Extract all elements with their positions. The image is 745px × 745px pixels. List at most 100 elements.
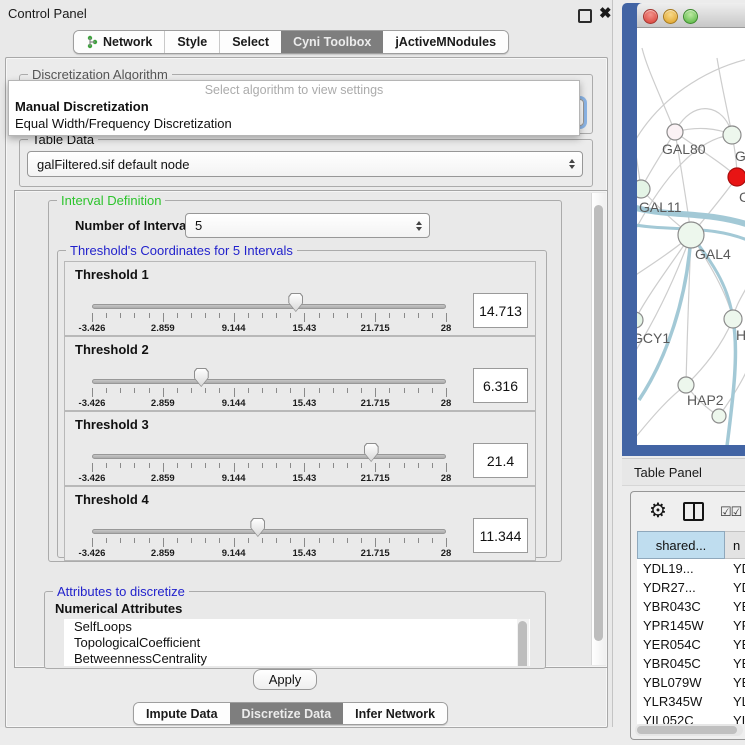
network-canvas[interactable]: GAL80GACGAL11GAL4GCY1HHAP2 xyxy=(637,28,745,445)
slider-track[interactable] xyxy=(92,304,446,309)
algorithm-option-manual[interactable]: Manual Discretization xyxy=(15,99,149,114)
cell-shared-name: YER054C xyxy=(637,637,725,652)
columns-icon[interactable] xyxy=(683,502,704,521)
network-node-gal11[interactable] xyxy=(637,180,650,198)
tab-style[interactable]: Style xyxy=(164,31,219,53)
tab-select[interactable]: Select xyxy=(219,31,281,53)
network-edge-highlighted[interactable] xyxy=(639,235,691,400)
cell-name: YBR0 xyxy=(725,599,745,614)
scrollbar-thumb[interactable] xyxy=(518,621,527,666)
column-header-n[interactable]: n xyxy=(725,531,745,559)
tab-label: Select xyxy=(232,35,269,49)
network-node-hap2[interactable] xyxy=(678,377,694,393)
slider-tick xyxy=(234,538,235,547)
threshold-slider[interactable]: -3.4262.8599.14415.4321.71528 xyxy=(92,337,446,410)
threshold-value-field[interactable]: 6.316 xyxy=(473,368,528,403)
threshold-value-field[interactable]: 11.344 xyxy=(473,518,528,553)
slider-track[interactable] xyxy=(92,379,446,384)
minimize-traffic-light-icon[interactable] xyxy=(663,9,678,24)
attribute-item[interactable]: SelfLoops xyxy=(64,619,530,635)
tab-cyni-toolbox[interactable]: Cyni Toolbox xyxy=(281,31,383,53)
network-edge-highlighted[interactable] xyxy=(727,319,735,445)
slider-track[interactable] xyxy=(92,454,446,459)
threshold-value-field[interactable]: 21.4 xyxy=(473,443,528,478)
slider-tick xyxy=(149,313,150,318)
attributes-group-title: Attributes to discretize xyxy=(53,584,189,599)
attribute-item[interactable]: BetweennessCentrality xyxy=(64,651,530,666)
bottom-tab-strip: Impute DataDiscretize DataInfer Network xyxy=(133,702,448,725)
slider-tick xyxy=(262,463,263,468)
table-row[interactable]: YBR045CYBR0 xyxy=(637,654,745,673)
tick-label: 15.43 xyxy=(293,323,317,334)
network-node-gcy1[interactable] xyxy=(637,312,643,328)
slider-thumb[interactable] xyxy=(364,443,379,462)
network-node-h[interactable] xyxy=(724,310,742,328)
cell-name: YER0 xyxy=(725,637,745,652)
network-edge[interactable] xyxy=(686,319,733,385)
network-node-gal4[interactable] xyxy=(678,222,704,248)
table-row[interactable]: YLR345WYLR3 xyxy=(637,692,745,711)
slider-tick xyxy=(177,313,178,318)
threshold-slider[interactable]: -3.4262.8599.14415.4321.71528 xyxy=(92,487,446,560)
cell-name: YLR3 xyxy=(725,694,745,709)
apply-button[interactable]: Apply xyxy=(253,669,317,690)
tab-discretize-data[interactable]: Discretize Data xyxy=(230,703,344,724)
table-row[interactable]: YER054CYER0 xyxy=(637,635,745,654)
table-row[interactable]: YBL079WYBL0 xyxy=(637,673,745,692)
threshold-slider[interactable]: -3.4262.8599.14415.4321.71528 xyxy=(92,262,446,335)
slider-tick xyxy=(262,388,263,393)
slider-tick xyxy=(389,313,390,318)
network-edge[interactable] xyxy=(637,235,691,320)
table-row[interactable]: YDR27...YDR2 xyxy=(637,578,745,597)
attribute-item[interactable]: TopologicalCoefficient xyxy=(64,635,530,651)
network-window-titlebar[interactable] xyxy=(637,3,745,28)
table-row[interactable]: YPR145WYPR1 xyxy=(637,616,745,635)
algorithm-option-equal-width[interactable]: Equal Width/Frequency Discretization xyxy=(15,116,232,131)
tab-jactivemnodules[interactable]: jActiveMNodules xyxy=(383,31,508,53)
network-node-gal80[interactable] xyxy=(667,124,683,140)
slider-thumb[interactable] xyxy=(288,293,303,312)
zoom-traffic-light-icon[interactable] xyxy=(683,9,698,24)
slider-tick xyxy=(134,538,135,543)
slider-tick xyxy=(205,388,206,393)
column-header-shared[interactable]: shared... xyxy=(637,531,725,559)
network-edge[interactable] xyxy=(717,58,732,135)
close-traffic-light-icon[interactable] xyxy=(643,9,658,24)
slider-tick xyxy=(92,538,93,547)
slider-tick xyxy=(92,313,93,322)
checkbox-icons[interactable]: ☑☑ xyxy=(720,505,741,518)
tab-impute-data[interactable]: Impute Data xyxy=(134,703,230,724)
num-intervals-combo[interactable]: 5 xyxy=(185,213,430,238)
tick-label: 28 xyxy=(441,323,452,334)
tab-network[interactable]: Network xyxy=(74,31,164,53)
tab-infer-network[interactable]: Infer Network xyxy=(343,703,447,724)
tick-label: -3.426 xyxy=(79,473,106,484)
table-row[interactable]: YBR043CYBR0 xyxy=(637,597,745,616)
tick-label: 15.43 xyxy=(293,398,317,409)
table-row[interactable]: YIL052CYIL0 xyxy=(637,711,745,724)
slider-tick xyxy=(446,388,447,397)
interval-definition-title: Interval Definition xyxy=(57,193,165,208)
table-data-combo[interactable]: galFiltered.sif default node xyxy=(27,151,583,177)
network-icon xyxy=(86,35,99,49)
float-window-icon[interactable] xyxy=(578,9,592,23)
slider-thumb[interactable] xyxy=(194,368,209,387)
network-node-ga[interactable] xyxy=(723,126,741,144)
scrollbar-thumb[interactable] xyxy=(594,205,603,641)
slider-track[interactable] xyxy=(92,529,446,534)
slider-tick xyxy=(418,463,419,468)
network-node[interactable] xyxy=(712,409,726,423)
gear-icon[interactable]: ⚙ xyxy=(649,501,667,521)
network-node-c[interactable] xyxy=(728,168,745,186)
table-row[interactable]: YDL19...YDL1 xyxy=(637,559,745,578)
threshold-slider[interactable]: -3.4262.8599.14415.4321.71528 xyxy=(92,412,446,485)
tick-label: 28 xyxy=(441,398,452,409)
slider-tick xyxy=(191,388,192,393)
slider-thumb[interactable] xyxy=(250,518,265,537)
network-edge[interactable] xyxy=(642,48,675,132)
slider-tick xyxy=(191,313,192,318)
close-icon[interactable]: ✖ xyxy=(599,4,612,22)
slider-tick xyxy=(120,538,121,543)
scrollbar-thumb[interactable] xyxy=(637,726,737,734)
threshold-value-field[interactable]: 14.713 xyxy=(473,293,528,328)
